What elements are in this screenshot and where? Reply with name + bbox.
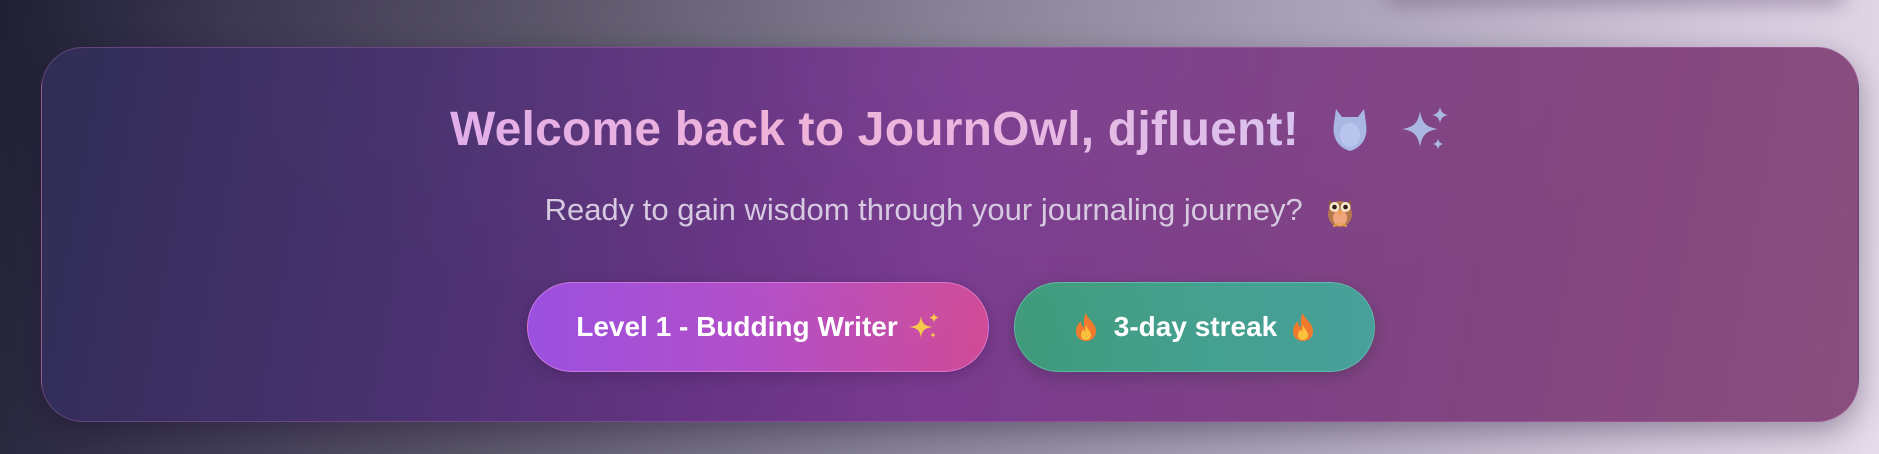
fire-icon — [1293, 313, 1314, 341]
fire-icon — [1075, 313, 1096, 341]
streak-badge[interactable]: 3-day streak — [1014, 282, 1375, 372]
level-badge[interactable]: Level 1 - Budding Writer — [527, 282, 989, 372]
streak-badge-label: 3-day streak — [1113, 311, 1278, 342]
owl-icon — [1333, 109, 1367, 151]
sparkles-icon — [908, 313, 939, 338]
sparkles-icon — [1401, 107, 1448, 149]
owl-emoji-icon — [1328, 200, 1353, 227]
welcome-subtitle-text: Ready to gain wisdom through your journa… — [544, 192, 1303, 227]
level-badge-label: Level 1 - Budding Writer — [576, 311, 898, 342]
welcome-title-text: Welcome back to JournOwl, djfluent! — [450, 103, 1299, 156]
welcome-title: Welcome back to JournOwl, djfluent! — [42, 102, 1858, 157]
welcome-banner: Welcome back to JournOwl, djfluent! Read… — [41, 47, 1859, 422]
welcome-subtitle: Ready to gain wisdom through your journa… — [42, 192, 1858, 228]
